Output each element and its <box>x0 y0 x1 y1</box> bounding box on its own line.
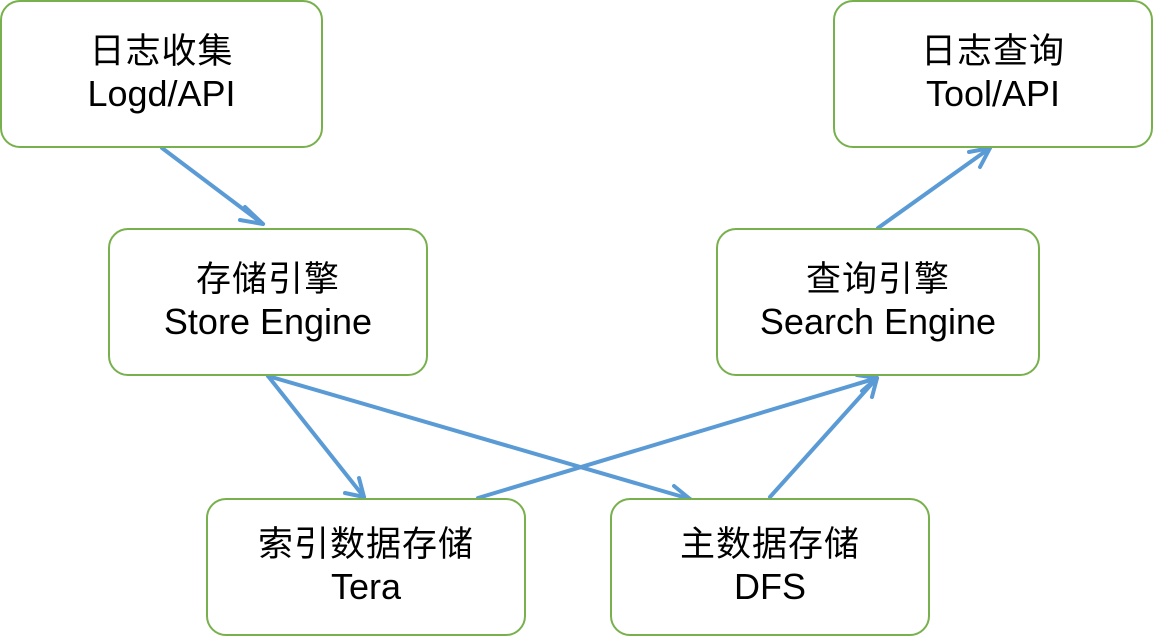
arrow-store-engine-to-index-storage <box>266 374 366 499</box>
architecture-diagram: 日志收集 Logd/API 日志查询 Tool/API 存储引擎 Store E… <box>0 0 1153 643</box>
log-query-subtitle: Tool/API <box>925 73 1061 115</box>
store-engine-title: 存储引擎 <box>195 260 340 301</box>
store-engine-node: 存储引擎 Store Engine <box>108 228 428 376</box>
main-storage-node: 主数据存储 DFS <box>610 498 930 636</box>
log-collection-node: 日志收集 Logd/API <box>0 0 323 148</box>
arrow-index-storage-to-search-engine <box>476 373 879 500</box>
log-query-title: 日志查询 <box>920 32 1065 73</box>
arrow-search-engine-to-log-query <box>876 146 992 230</box>
log-collection-title: 日志收集 <box>89 32 234 73</box>
index-storage-node: 索引数据存储 Tera <box>206 498 526 636</box>
log-collection-subtitle: Logd/API <box>87 73 236 115</box>
arrow-store-engine-to-main-storage <box>266 374 692 505</box>
main-storage-title: 主数据存储 <box>679 525 860 566</box>
main-storage-subtitle: DFS <box>734 566 806 608</box>
search-engine-title: 查询引擎 <box>805 260 950 301</box>
index-storage-title: 索引数据存储 <box>257 525 474 566</box>
index-storage-subtitle: Tera <box>330 566 402 608</box>
store-engine-subtitle: Store Engine <box>163 301 373 343</box>
search-engine-node: 查询引擎 Search Engine <box>716 228 1040 376</box>
search-engine-subtitle: Search Engine <box>759 301 997 343</box>
log-query-node: 日志查询 Tool/API <box>833 0 1153 148</box>
arrow-log-collect-to-store-engine <box>160 146 265 226</box>
